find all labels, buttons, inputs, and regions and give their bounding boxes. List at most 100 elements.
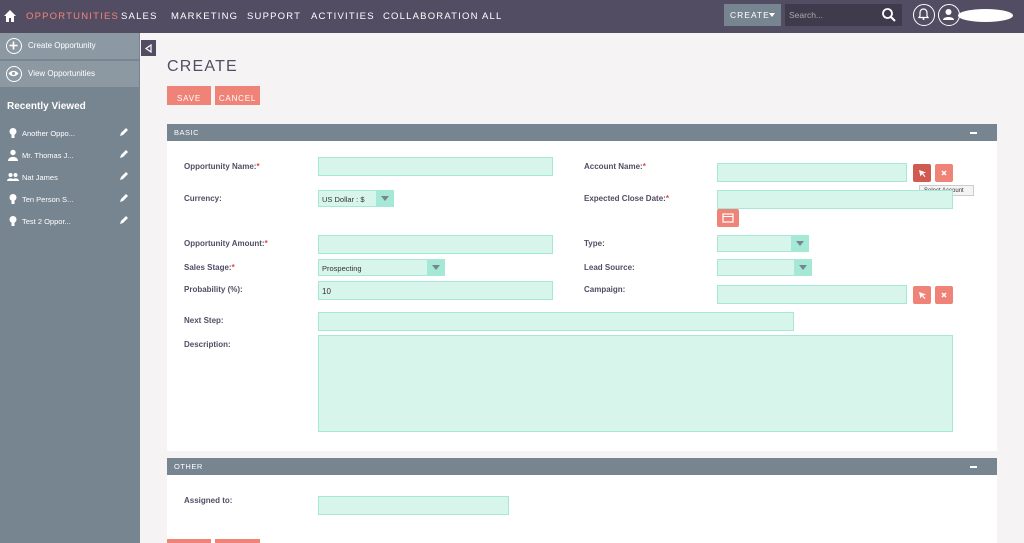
sidebar-collapse-button[interactable] (141, 40, 156, 56)
pencil-icon[interactable] (119, 215, 129, 225)
home-icon[interactable] (3, 9, 17, 23)
create-menu-button[interactable]: CREATE (724, 4, 781, 26)
opportunity-amount-label: Opportunity Amount:* (184, 239, 268, 248)
pencil-icon[interactable] (119, 149, 129, 159)
lead-source-select[interactable] (717, 259, 812, 276)
lightbulb-icon (9, 128, 17, 138)
recent-item-label: Test 2 Oppor... (22, 217, 71, 226)
pencil-icon[interactable] (119, 193, 129, 203)
sidebar-action-create-opportunity[interactable]: Create Opportunity (0, 33, 139, 59)
recent-item-label: Ten Person S... (22, 195, 74, 204)
recent-item-label: Nat James (22, 173, 58, 182)
people-icon (7, 173, 19, 181)
collapse-minus-icon[interactable] (970, 132, 977, 134)
cancel-button-bottom[interactable] (215, 539, 260, 543)
collapse-minus-icon[interactable] (970, 466, 977, 468)
description-label: Description: (184, 340, 231, 349)
chevron-down-icon (427, 260, 444, 275)
panel-title: OTHER (174, 462, 203, 471)
lead-source-label: Lead Source: (584, 263, 635, 272)
recent-item[interactable]: Nat James (0, 167, 139, 189)
next-step-label: Next Step: (184, 316, 224, 325)
nav-marketing[interactable]: MARKETING (171, 11, 238, 22)
search-input[interactable] (789, 8, 874, 22)
description-textarea[interactable] (318, 335, 953, 432)
calendar-icon (722, 213, 734, 223)
cancel-button[interactable]: CANCEL (215, 86, 260, 105)
panel-header-basic[interactable]: BASIC (167, 124, 997, 141)
pencil-icon[interactable] (119, 171, 129, 181)
recent-item[interactable]: Ten Person S... (0, 189, 139, 211)
recent-item[interactable]: Test 2 Oppor... (0, 211, 139, 233)
chevron-down-icon (376, 191, 393, 206)
chevron-down-icon (769, 13, 775, 17)
bell-icon[interactable] (913, 4, 935, 26)
sales-stage-label: Sales Stage:* (184, 263, 235, 272)
sidebar-action-label: View Opportunities (28, 69, 95, 78)
eye-icon (6, 66, 22, 82)
nav-activities[interactable]: ACTIVITIES (311, 11, 375, 22)
sales-stage-value: Prospecting (322, 264, 362, 273)
recent-item-label: Another Oppo... (22, 129, 75, 138)
person-icon (8, 149, 18, 161)
close-icon (941, 292, 947, 298)
search-box (785, 4, 902, 26)
probability-field[interactable]: 10 (318, 281, 553, 300)
chevron-down-icon (791, 236, 808, 251)
select-campaign-button[interactable] (913, 286, 931, 304)
create-label: CREATE (730, 10, 770, 20)
panel-header-other[interactable]: OTHER (167, 458, 997, 475)
next-step-field[interactable] (318, 312, 794, 331)
search-icon[interactable] (881, 7, 897, 23)
sidebar-action-view-opportunities[interactable]: View Opportunities (0, 61, 139, 87)
save-button-bottom[interactable] (167, 539, 211, 543)
recent-item[interactable]: Mr. Thomas J... (0, 145, 139, 167)
currency-value: US Dollar : $ (322, 195, 365, 204)
opportunity-amount-field[interactable] (318, 235, 553, 254)
nav-sales[interactable]: SALES (121, 11, 158, 22)
currency-select[interactable]: US Dollar : $ (318, 190, 394, 207)
assigned-to-field[interactable] (318, 496, 509, 515)
account-name-field[interactable] (717, 163, 907, 182)
clear-campaign-button[interactable] (935, 286, 953, 304)
type-select[interactable] (717, 235, 809, 252)
recently-viewed-title: Recently Viewed (7, 101, 86, 112)
sales-stage-select[interactable]: Prospecting (318, 259, 445, 276)
account-name-label: Account Name:* (584, 162, 646, 171)
expected-close-date-field[interactable] (717, 190, 953, 209)
pencil-icon[interactable] (119, 127, 129, 137)
user-name-redacted[interactable] (958, 9, 1013, 22)
type-label: Type: (584, 239, 605, 248)
recent-item[interactable]: Another Oppo... (0, 123, 139, 145)
save-button[interactable]: SAVE (167, 86, 211, 105)
nav-support[interactable]: SUPPORT (247, 11, 301, 22)
expected-close-date-label: Expected Close Date:* (584, 194, 669, 203)
campaign-label: Campaign: (584, 285, 626, 294)
nav-all[interactable]: ALL (482, 11, 503, 22)
clear-account-button[interactable] (935, 164, 953, 182)
panel-body-other (167, 475, 997, 543)
recent-item-label: Mr. Thomas J... (22, 151, 74, 160)
campaign-field[interactable] (717, 285, 907, 304)
close-icon (941, 170, 947, 176)
opportunity-name-field[interactable] (318, 157, 553, 176)
lightbulb-icon (9, 216, 17, 226)
cursor-arrow-icon (919, 292, 926, 299)
cursor-arrow-icon (919, 170, 926, 177)
nav-collaboration[interactable]: COLLABORATION (383, 11, 479, 22)
currency-label: Currency: (184, 194, 222, 203)
page-title: CREATE (167, 58, 238, 75)
assigned-to-label: Assigned to: (184, 496, 233, 505)
top-navbar: OPPORTUNITIES SALES MARKETING SUPPORT AC… (0, 0, 1024, 33)
lightbulb-icon (9, 194, 17, 204)
nav-opportunities[interactable]: OPPORTUNITIES (26, 11, 119, 22)
panel-title: BASIC (174, 128, 200, 137)
opportunity-name-label: Opportunity Name:* (184, 162, 260, 171)
user-icon[interactable] (938, 4, 960, 26)
sidebar-action-label: Create Opportunity (28, 41, 96, 50)
probability-label: Probability (%): (184, 285, 243, 294)
select-account-button[interactable] (913, 164, 931, 182)
calendar-button[interactable] (717, 209, 739, 227)
chevron-down-icon (794, 260, 811, 275)
plus-icon (6, 38, 22, 54)
